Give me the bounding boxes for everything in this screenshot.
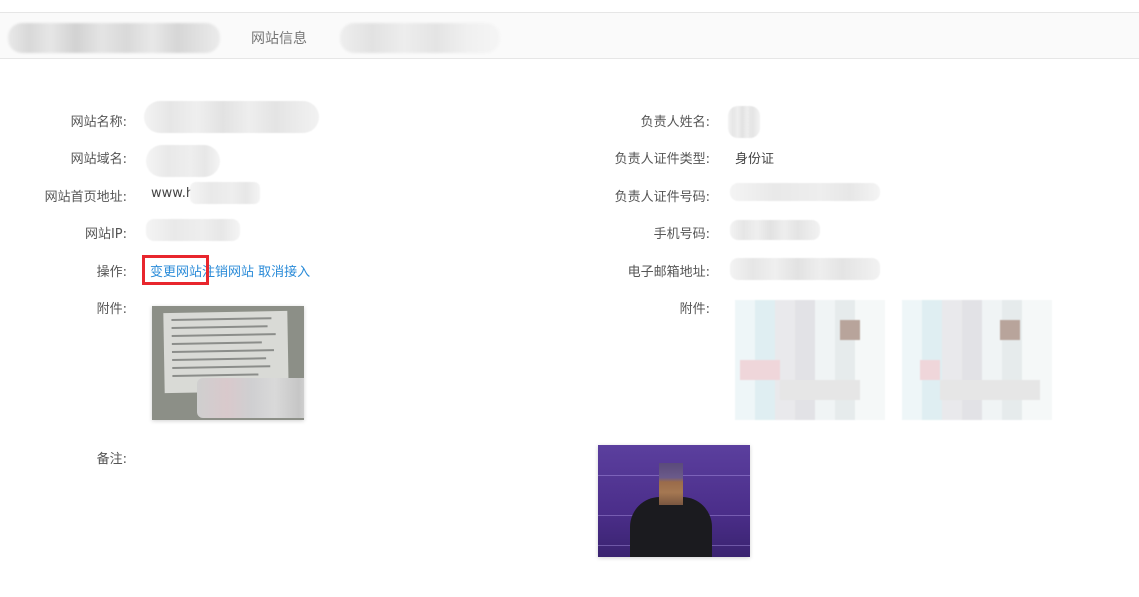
- owner-id-type-value: 身份证: [735, 152, 775, 167]
- highlight-box: [142, 255, 209, 285]
- home-url-label: 网站首页地址:: [44, 190, 127, 205]
- home-url-value: www.h: [151, 186, 195, 201]
- site-name-label: 网站名称:: [70, 115, 127, 130]
- attachment-redacted-2[interactable]: [902, 300, 1052, 420]
- owner-id-number-value-redacted: [730, 183, 880, 201]
- mobile-value-redacted: [730, 220, 820, 240]
- owner-name-label: 负责人姓名:: [640, 115, 710, 130]
- tab-redacted-2[interactable]: [340, 23, 500, 53]
- tab-redacted-1[interactable]: [8, 23, 220, 53]
- email-label: 电子邮箱地址:: [627, 265, 710, 280]
- site-ip-label: 网站IP:: [84, 227, 127, 242]
- attachment-label-left: 附件:: [96, 302, 127, 317]
- tab-site-info[interactable]: 网站信息: [251, 28, 307, 48]
- owner-id-number-label: 负责人证件号码:: [614, 190, 710, 205]
- email-value-redacted: [730, 258, 880, 280]
- attachment-label-right: 附件:: [679, 302, 710, 317]
- site-name-value-redacted: [144, 101, 319, 133]
- document-redacted-area: [197, 378, 304, 418]
- owner-name-value-redacted: [728, 106, 760, 138]
- owner-id-type-label: 负责人证件类型:: [614, 152, 710, 167]
- operations-label: 操作:: [96, 265, 127, 280]
- remarks-label: 备注:: [96, 452, 127, 467]
- person-body: [630, 497, 712, 557]
- mobile-label: 手机号码:: [653, 227, 710, 242]
- person-head-redacted: [659, 463, 683, 505]
- site-ip-value-redacted: [146, 219, 240, 241]
- tab-bar: 网站信息: [0, 13, 1139, 59]
- attachment-person-photo[interactable]: [598, 445, 750, 557]
- attachment-document-photo[interactable]: [152, 306, 304, 420]
- cancel-site-link[interactable]: 注销网站: [202, 265, 254, 280]
- cancel-access-link[interactable]: 取消接入: [258, 265, 310, 280]
- site-domain-label: 网站域名:: [70, 152, 127, 167]
- site-domain-value-redacted: [146, 145, 220, 177]
- home-url-value-redacted: [190, 182, 260, 204]
- attachment-redacted-1[interactable]: [735, 300, 885, 420]
